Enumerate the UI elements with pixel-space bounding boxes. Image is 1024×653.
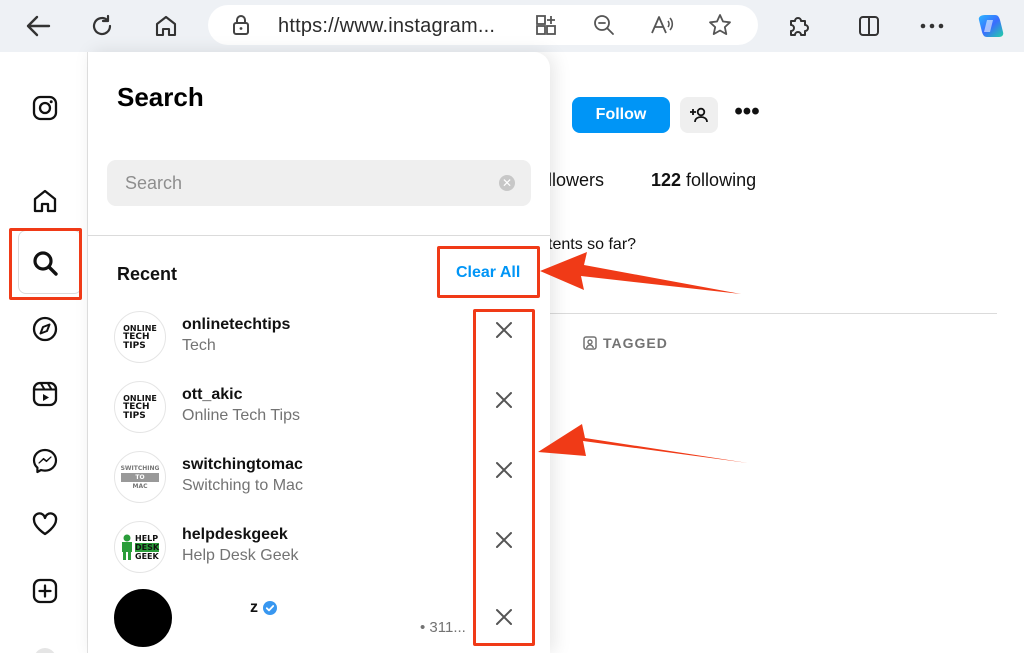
apps-icon[interactable]: [532, 11, 560, 39]
avatar: [114, 589, 172, 647]
avatar: HELP DESK GEEK: [114, 521, 166, 573]
back-icon[interactable]: [22, 10, 54, 42]
logo-line: DESK: [135, 542, 160, 552]
recent-label: Recent: [117, 264, 178, 284]
avatar-logo: SWITCHING TO MAC: [120, 464, 160, 491]
logo-line: TIPS: [123, 340, 146, 351]
recent-item[interactable]: ONLINE TECH TIPS onlinetechtips Tech: [114, 311, 534, 369]
messenger-icon[interactable]: [26, 442, 64, 480]
username: onlinetechtips: [182, 316, 291, 333]
username: z: [250, 599, 258, 616]
reels-icon[interactable]: [26, 375, 64, 413]
followers-count[interactable]: llowers: [548, 170, 604, 191]
read-aloud-icon[interactable]: [648, 11, 676, 39]
profile-bio: tents so far?: [548, 236, 637, 253]
avatar: ONLINE TECH TIPS: [114, 311, 166, 363]
person-icon: [122, 534, 132, 560]
search-input[interactable]: [125, 160, 485, 206]
subtitle: Switching to Mac: [182, 477, 303, 494]
follow-button[interactable]: Follow: [572, 97, 670, 133]
subtitle: Online Tech Tips: [182, 407, 300, 424]
home-icon[interactable]: [26, 182, 64, 220]
recent-item[interactable]: ONLINE TECH TIPS ott_akic Online Tech Ti…: [114, 381, 534, 439]
create-icon[interactable]: [26, 572, 64, 610]
panel-title: Search: [117, 82, 204, 112]
subtitle: • 311...: [420, 619, 466, 636]
add-user-icon: [690, 107, 708, 123]
address-bar[interactable]: https://www.instagram...: [208, 5, 758, 45]
subtitle: Help Desk Geek: [182, 547, 299, 564]
avatar-logo: ONLINE TECH TIPS: [123, 324, 157, 351]
split-screen-icon[interactable]: [853, 10, 885, 42]
avatar: SWITCHING TO MAC: [114, 451, 166, 503]
username: ott_akic: [182, 386, 243, 403]
instagram-logo-icon[interactable]: [26, 89, 64, 127]
annotation-box-search: [9, 228, 82, 300]
url-text[interactable]: https://www.instagram...: [278, 15, 495, 38]
browser-toolbar: https://www.instagram...: [0, 0, 1024, 52]
panel-divider: [88, 235, 550, 236]
logo-line: MAC: [132, 482, 148, 490]
instagram-sidebar: [4, 52, 88, 653]
profile-avatar-icon[interactable]: [26, 636, 64, 653]
tab-tagged[interactable]: TAGGED: [583, 335, 668, 351]
home-icon[interactable]: [150, 10, 182, 42]
avatar-logo: ONLINE TECH TIPS: [123, 394, 157, 421]
username: switchingtomac: [182, 456, 303, 473]
subtitle: Tech: [182, 337, 216, 354]
lock-icon[interactable]: [230, 13, 252, 42]
more-icon[interactable]: [916, 10, 948, 42]
logo-line: TIPS: [123, 410, 146, 421]
recent-item[interactable]: SWITCHING TO MAC switchingtomac Switchin…: [114, 451, 534, 509]
avatar-logo: HELP DESK GEEK: [135, 533, 160, 561]
recent-item[interactable]: HELP DESK GEEK helpdeskgeek Help Desk Ge…: [114, 521, 534, 579]
verified-icon: [263, 601, 277, 615]
copilot-icon[interactable]: [975, 10, 1007, 42]
notifications-icon[interactable]: [26, 505, 64, 543]
logo-line: HELP: [135, 533, 159, 543]
tagged-icon: [583, 336, 597, 350]
recent-item[interactable]: z • 311...: [114, 589, 534, 647]
username: helpdeskgeek: [182, 526, 288, 543]
annotation-box-clear-all: [437, 246, 540, 298]
annotation-box-remove: [473, 309, 535, 646]
favorite-icon[interactable]: [706, 11, 734, 39]
profile-divider: [548, 313, 997, 314]
suggested-users-button[interactable]: [680, 97, 718, 133]
logo-line: GEEK: [135, 551, 159, 561]
following-number: 122: [651, 170, 682, 190]
explore-icon[interactable]: [26, 310, 64, 348]
refresh-icon[interactable]: [86, 10, 118, 42]
clear-search-icon[interactable]: ✕: [499, 175, 515, 191]
zoom-out-icon[interactable]: [590, 11, 618, 39]
tagged-label: TAGGED: [603, 335, 668, 351]
logo-line: TO: [120, 472, 160, 482]
username-wrap: z: [250, 599, 278, 617]
profile-options-button[interactable]: •••: [732, 100, 762, 130]
logo-line: SWITCHING: [120, 464, 160, 472]
search-field[interactable]: ✕: [107, 160, 531, 206]
following-count[interactable]: 122 following: [651, 170, 756, 191]
following-label: following: [681, 170, 757, 190]
avatar: ONLINE TECH TIPS: [114, 381, 166, 433]
extensions-icon[interactable]: [782, 10, 814, 42]
